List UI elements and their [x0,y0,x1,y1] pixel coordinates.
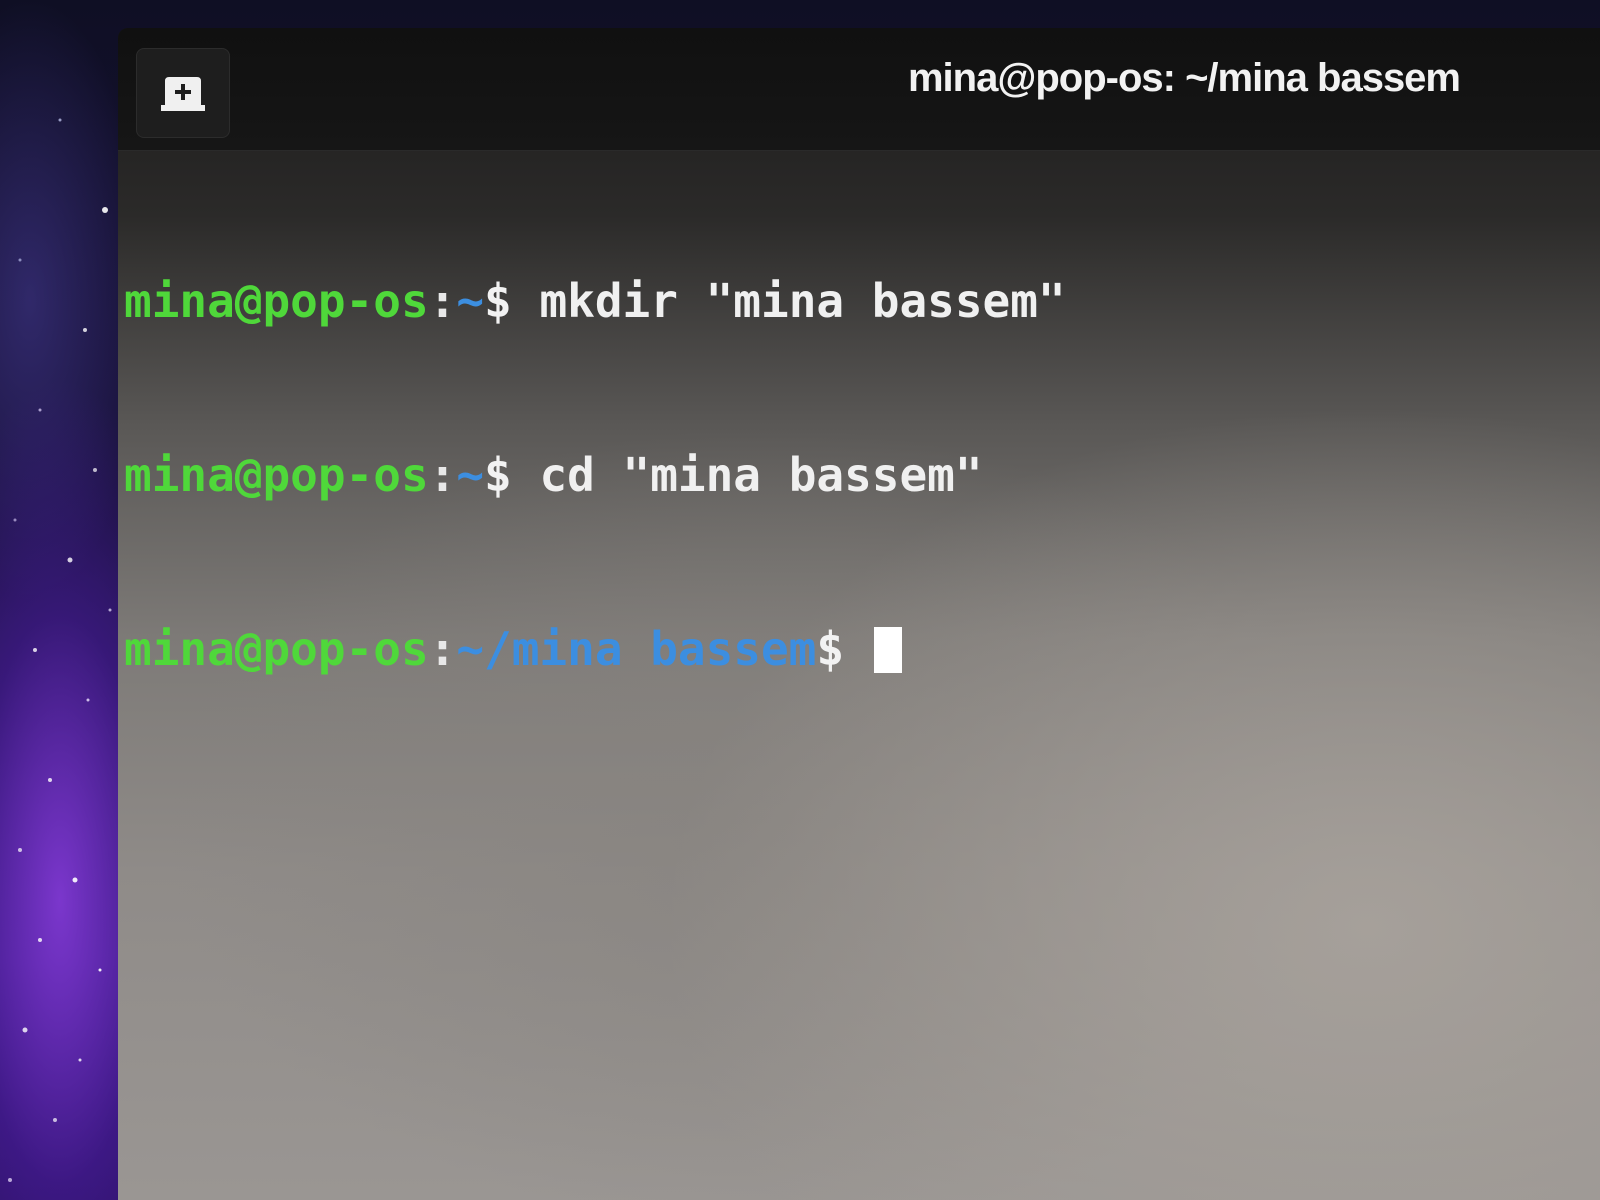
new-tab-icon [161,77,205,111]
command-text: mkdir "mina bassem" [511,274,1066,328]
prompt-path: ~ [456,448,485,502]
prompt-separator: : [428,448,457,502]
text-cursor [873,627,902,673]
terminal-output[interactable]: mina@pop-os:~$ mkdir "mina bassem" mina@… [124,156,1584,794]
prompt-path: ~/mina bassem [456,622,817,676]
prompt-separator: : [428,622,457,676]
prompt-user-host: mina@pop-os [124,448,429,502]
window-title: mina@pop-os: ~/mina bassem [907,56,1461,100]
prompt-path: ~ [456,274,485,328]
headerbar: mina@pop-os: ~/mina bassem [118,28,1600,151]
terminal-line-3: mina@pop-os:~/mina bassem$ [124,620,1584,678]
prompt-separator: : [428,274,457,328]
prompt-symbol: $ [484,448,512,502]
terminal-line-2: mina@pop-os:~$ cd "mina bassem" [124,446,1584,504]
prompt-symbol: $ [484,274,512,328]
desktop-wallpaper: mina@pop-os: ~/mina bassem mina@pop-os:~… [0,0,1600,1200]
prompt-user-host: mina@pop-os [124,622,429,676]
terminal-window: mina@pop-os: ~/mina bassem mina@pop-os:~… [118,28,1600,1200]
prompt-user-host: mina@pop-os [124,274,429,328]
terminal-line-1: mina@pop-os:~$ mkdir "mina bassem" [124,272,1584,330]
command-text: cd "mina bassem" [511,448,983,502]
prompt-symbol: $ [816,622,845,676]
new-tab-button[interactable] [136,48,230,138]
command-input[interactable] [844,622,872,676]
